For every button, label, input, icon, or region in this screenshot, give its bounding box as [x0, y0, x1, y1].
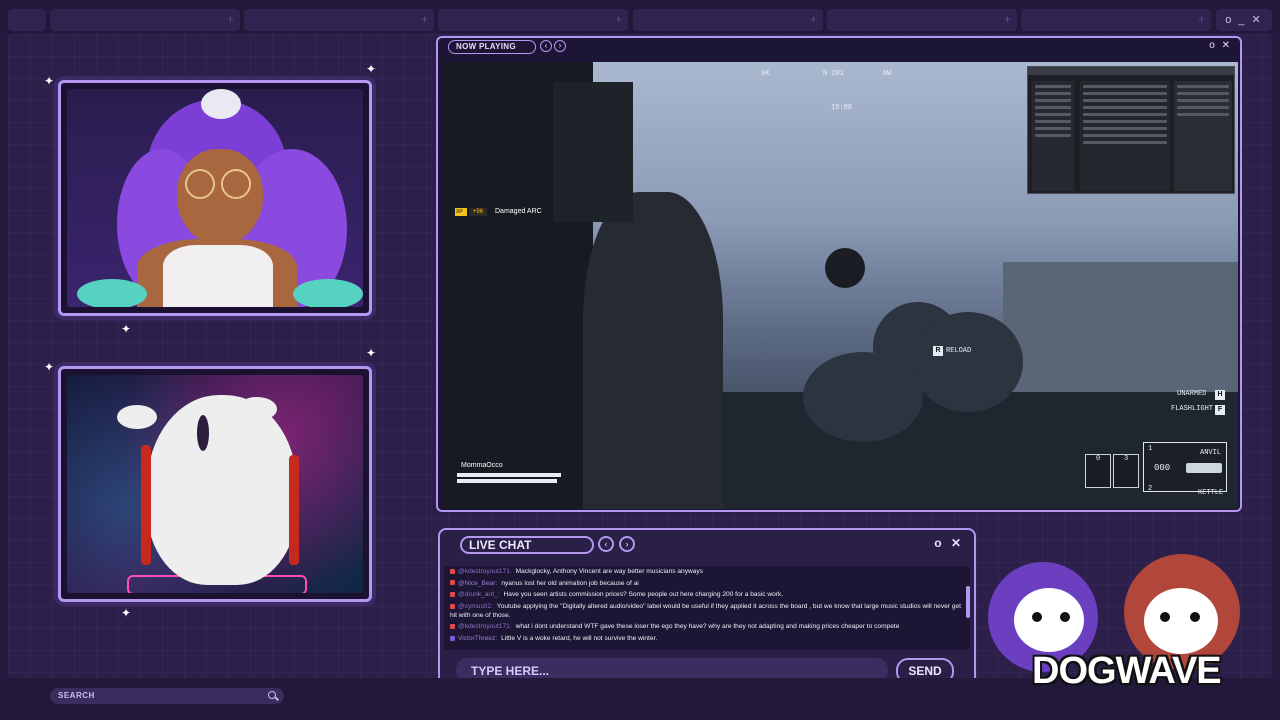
youtube-icon — [450, 624, 455, 630]
now-playing-controls[interactable]: o ✕ — [1209, 40, 1232, 51]
tab[interactable]: + — [50, 9, 240, 31]
sparkle-icon: ✦ — [366, 346, 377, 360]
ghost-mascot — [67, 375, 363, 593]
embedded-browser-overlay — [1027, 66, 1235, 194]
live-chat-title: LIVE CHAT — [460, 536, 594, 554]
chat-message: @drunk_ant_: Have you seen artists commis… — [450, 591, 964, 600]
pistol-icon — [1186, 463, 1222, 473]
live-chat-window: LIVE CHAT ‹ › o ✕ @kdestroyout171: Mackgl… — [438, 528, 976, 701]
reload-prompt: RELOAD — [946, 347, 972, 355]
chat-message: @kdestroyout171: Mackglocky, Anthony Vinc… — [450, 568, 964, 577]
now-playing-label: NOW PLAYING — [448, 40, 536, 54]
sparkle-icon: ✦ — [44, 360, 55, 374]
quick-slot: 3 — [1113, 454, 1139, 488]
compass-right: NW — [883, 70, 892, 78]
search-input[interactable]: SEARCH — [50, 688, 284, 704]
drone-icon — [825, 248, 865, 288]
chat-message-list: @kdestroyout171: Mackglocky, Anthony Vinc… — [444, 566, 970, 650]
chevron-left-icon[interactable]: ‹ — [540, 40, 552, 52]
youtube-icon — [450, 580, 455, 586]
plush-icon — [201, 89, 241, 119]
flashlight-key: F — [1215, 405, 1225, 415]
sparkle-icon: ✦ — [44, 74, 55, 88]
chat-message: @cymus02: Youtube applying the "Digitally… — [450, 603, 961, 619]
sparkle-icon: ✦ — [121, 606, 132, 620]
dogwave-logo: DOGWAVE — [984, 548, 1268, 700]
youtube-icon — [450, 568, 455, 574]
now-playing-header: NOW PLAYING ‹ › o ✕ — [438, 38, 1240, 58]
vtuber-cam-frame — [58, 80, 372, 316]
xp-text: Damaged ARC — [495, 208, 542, 215]
weapon-panel: 1 ANVIL 000 2 KETTLE — [1143, 442, 1227, 497]
shield-bar — [457, 473, 561, 477]
chat-message: @Nice_Bear: nyanus lost her old animation… — [450, 580, 964, 589]
compass-heading: N 281 — [823, 70, 845, 78]
compass-left: SK — [761, 70, 770, 78]
chat-message: VictorThreez: Little V is a woke retard, … — [450, 635, 964, 644]
tab[interactable] — [8, 9, 46, 31]
tab[interactable]: + — [1021, 9, 1211, 31]
now-playing-window: NOW PLAYING ‹ › o ✕ SK N 281 NW 15:08 XP… — [436, 36, 1242, 512]
chevron-right-icon[interactable]: › — [619, 536, 635, 552]
flashlight-label: FLASHLIGHT — [1171, 405, 1214, 413]
sparkle-icon: ✦ — [121, 322, 132, 336]
tab[interactable]: + — [633, 9, 823, 31]
unarmed-label: UNARMED — [1177, 390, 1207, 398]
quick-slot: 0 — [1085, 454, 1111, 488]
vtuber-avatar — [67, 89, 363, 307]
reload-key: R — [933, 346, 943, 356]
add-tab-icon[interactable]: + — [810, 12, 817, 26]
add-tab-icon[interactable]: + — [615, 12, 622, 26]
health-bar — [457, 479, 557, 483]
chat-message: @kdestroyout171: what i dont understand W… — [450, 623, 964, 632]
tab[interactable]: + — [438, 9, 628, 31]
chevron-right-icon[interactable]: › — [554, 40, 566, 52]
xp-badge: XP — [455, 208, 467, 216]
unarmed-key: H — [1215, 390, 1225, 400]
mascot-cam-frame — [58, 366, 372, 602]
player-character — [583, 192, 723, 509]
add-tab-icon[interactable]: + — [1004, 12, 1011, 26]
xp-value: +96 — [469, 208, 487, 216]
twitch-icon — [450, 635, 455, 641]
window-controls[interactable]: o _ ✕ — [1216, 9, 1272, 31]
top-tab-bar: + + + + + + o _ ✕ — [0, 0, 1280, 34]
glasses-icon — [185, 169, 215, 199]
tab[interactable]: + — [244, 9, 434, 31]
chat-controls[interactable]: o ✕ — [934, 536, 964, 550]
game-capture: SK N 281 NW 15:08 XP +96 Damaged ARC Mom… — [443, 62, 1238, 509]
tab[interactable]: + — [827, 9, 1017, 31]
chat-scrollbar[interactable] — [966, 586, 970, 618]
search-placeholder: SEARCH — [58, 691, 95, 700]
hud-time: 15:08 — [831, 104, 853, 112]
ghost-icon — [147, 395, 297, 585]
chevron-left-icon[interactable]: ‹ — [598, 536, 614, 552]
sparkle-icon: ✦ — [366, 62, 377, 76]
add-tab-icon[interactable]: + — [1198, 12, 1205, 26]
search-icon[interactable] — [268, 691, 276, 699]
player-name: MommaOcco — [461, 462, 503, 469]
youtube-icon — [450, 592, 455, 598]
health-panel: MommaOcco — [457, 462, 569, 486]
add-tab-icon[interactable]: + — [421, 12, 428, 26]
logo-text: DOGWAVE — [1032, 650, 1222, 692]
add-tab-icon[interactable]: + — [227, 12, 234, 26]
youtube-icon — [450, 603, 455, 609]
